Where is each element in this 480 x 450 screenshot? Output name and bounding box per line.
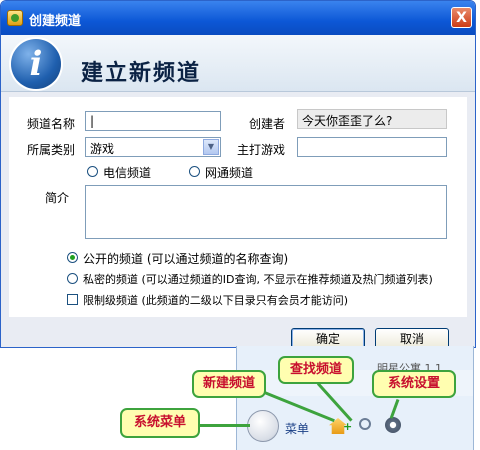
close-button[interactable]: X	[451, 7, 472, 28]
telecom-radio[interactable]	[87, 166, 98, 177]
header-banner: i 建立新频道	[1, 35, 475, 92]
category-value: 游戏	[90, 142, 115, 156]
main-game-input[interactable]	[297, 137, 447, 157]
main-game-label: 主打游戏	[237, 143, 286, 157]
creator-label: 创建者	[249, 117, 286, 131]
restricted-checkbox[interactable]	[67, 294, 78, 305]
restricted-label: 限制级频道 (此频道的二级以下目录只有会员才能访问)	[83, 294, 349, 307]
title-bar[interactable]: 创建频道 X	[1, 1, 475, 35]
info-icon: i	[11, 39, 61, 89]
plus-icon: +	[343, 420, 353, 433]
system-menu-icon[interactable]	[247, 410, 279, 442]
system-menu-callout: 系统菜单	[120, 408, 200, 438]
new-channel-callout: 新建频道	[192, 370, 266, 398]
find-channel-callout: 查找频道	[278, 356, 354, 384]
banner-title: 建立新频道	[81, 61, 202, 86]
search-icon[interactable]	[359, 418, 371, 430]
private-channel-label: 私密的频道 (可以通过频道的ID查询, 不显示在推荐频道及热门频道列表)	[83, 273, 433, 286]
intro-textarea[interactable]	[85, 185, 447, 239]
form-panel: 频道名称 | 创建者 今天你歪歪了么? 所属类别 游戏 ▼ 主打游戏 电信频道 …	[9, 97, 467, 317]
netcom-radio[interactable]	[189, 166, 200, 177]
cancel-button[interactable]: 取消	[375, 328, 449, 347]
system-menu-connector	[200, 424, 250, 427]
chevron-down-icon[interactable]: ▼	[203, 139, 219, 155]
telecom-label: 电信频道	[103, 166, 152, 180]
create-channel-dialog: 创建频道 X i 建立新频道 频道名称 | 创建者 今天你歪歪了么? 所属类别 …	[0, 0, 476, 348]
menu-label[interactable]: 菜单	[285, 420, 309, 437]
category-label: 所属类别	[27, 143, 76, 157]
public-channel-radio[interactable]	[67, 252, 78, 263]
private-channel-radio[interactable]	[67, 273, 78, 284]
ok-button[interactable]: 确定	[291, 328, 365, 347]
category-select[interactable]: 游戏 ▼	[85, 137, 221, 157]
client-bar: r 明星公寓 1.1 菜单 +	[236, 346, 474, 450]
app-icon	[7, 10, 23, 26]
public-channel-label: 公开的频道 (可以通过频道的名称查询)	[83, 252, 289, 266]
system-settings-callout: 系统设置	[372, 370, 456, 398]
window-title: 创建频道	[29, 14, 82, 29]
gear-icon[interactable]	[385, 417, 401, 433]
channel-name-label: 频道名称	[27, 117, 76, 131]
creator-field: 今天你歪歪了么?	[297, 109, 447, 129]
netcom-label: 网通频道	[205, 166, 254, 180]
channel-name-input[interactable]: |	[85, 111, 221, 131]
intro-label: 简介	[45, 191, 70, 205]
